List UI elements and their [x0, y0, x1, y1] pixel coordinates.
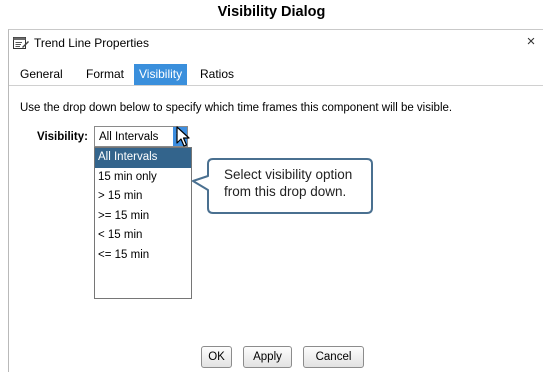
mouse-pointer-icon [176, 126, 190, 147]
tab-divider [9, 85, 543, 86]
callout-text: Select visibility option from this drop … [224, 166, 374, 200]
tab-bar: General Format Visibility Ratios [9, 64, 543, 85]
close-icon[interactable]: × [522, 33, 540, 51]
callout-line-1: Select visibility option [224, 167, 353, 182]
visibility-dropdown-list: All Intervals 15 min only > 15 min >= 15… [94, 147, 192, 299]
dropdown-option-less-15-min[interactable]: < 15 min [95, 226, 191, 246]
figure-caption: Visibility Dialog [217, 4, 326, 20]
dropdown-option-greater-15-min[interactable]: > 15 min [95, 187, 191, 207]
window-titlebar: Trend Line Properties × [9, 30, 543, 57]
dropdown-option-less-equal-15-min[interactable]: <= 15 min [95, 246, 191, 266]
visibility-label: Visibility: [37, 131, 88, 143]
window-title: Trend Line Properties [34, 36, 149, 50]
apply-button[interactable]: Apply [243, 346, 292, 368]
callout-line-2: from this drop down. [224, 184, 347, 199]
dropdown-option-greater-equal-15-min[interactable]: >= 15 min [95, 207, 191, 227]
properties-icon [13, 37, 29, 49]
trend-line-properties-window: Trend Line Properties × General Format V… [8, 29, 543, 372]
tab-general[interactable]: General [15, 64, 68, 85]
tab-ratios[interactable]: Ratios [195, 64, 239, 85]
dropdown-option-15-min-only[interactable]: 15 min only [95, 168, 191, 188]
ok-button[interactable]: OK [201, 346, 232, 368]
cancel-button[interactable]: Cancel [303, 346, 364, 368]
tab-format[interactable]: Format [81, 64, 129, 85]
visibility-select[interactable]: All Intervals [94, 126, 188, 147]
dropdown-option-all-intervals[interactable]: All Intervals [95, 148, 191, 168]
visibility-description: Use the drop down below to specify which… [20, 102, 453, 114]
tab-visibility[interactable]: Visibility [134, 64, 188, 85]
visibility-selected-value: All Intervals [99, 131, 159, 143]
